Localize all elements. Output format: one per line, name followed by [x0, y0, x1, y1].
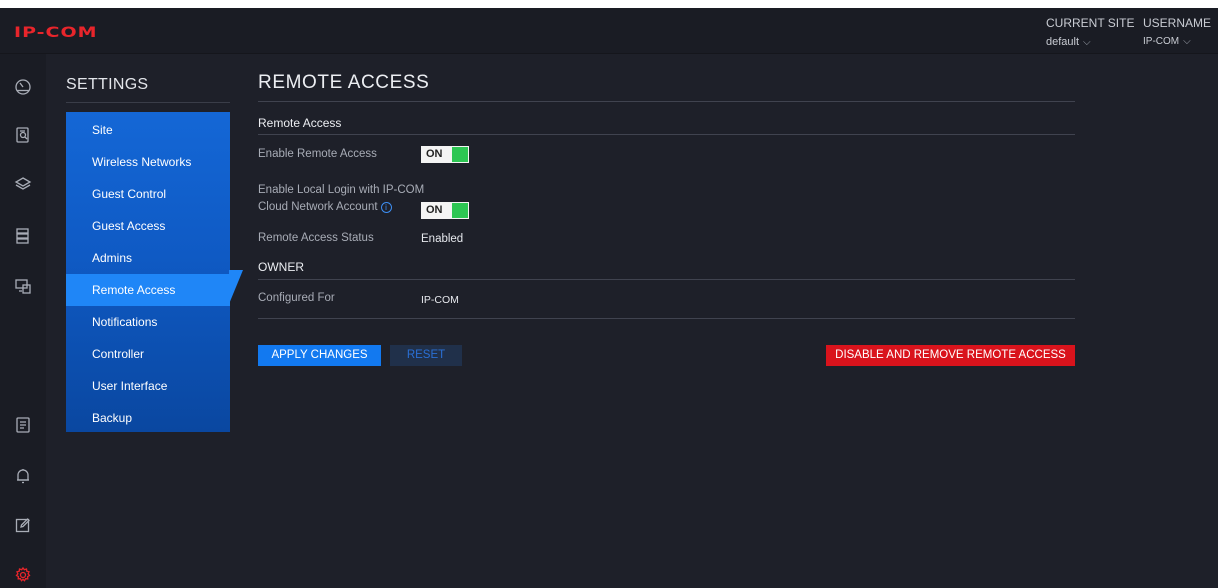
section-divider [258, 318, 1075, 319]
configured-for-value: IP-COM [421, 294, 459, 306]
cloud-account-label: Cloud Network Account [258, 201, 378, 213]
title-divider [258, 101, 1075, 102]
current-site-label: CURRENT SITE [1046, 16, 1135, 30]
chevron-down-icon: ⌵ [1183, 36, 1191, 47]
page-title: REMOTE ACCESS [258, 72, 430, 93]
username-selector[interactable]: USERNAME IP-COM ⌵ [1143, 16, 1211, 47]
menu-item-user-interface[interactable]: User Interface [66, 370, 230, 402]
local-login-label-line2: Cloud Network Account i [258, 201, 392, 213]
menu-item-notifications[interactable]: Notifications [66, 306, 230, 338]
apply-changes-button[interactable]: APPLY CHANGES [258, 345, 381, 366]
current-site-value: default [1046, 36, 1080, 48]
chevron-down-icon: ⌵ [1083, 37, 1091, 48]
settings-divider [66, 102, 230, 103]
settings-title: SETTINGS [66, 76, 149, 93]
app-window: IP-COM CURRENT SITE default ⌵ USERNAME IP… [0, 8, 1218, 588]
remote-access-status-value: Enabled [421, 233, 464, 245]
toggle-state-text: ON [426, 148, 443, 160]
clients-icon[interactable] [13, 276, 33, 296]
enable-remote-access-toggle[interactable]: ON [421, 146, 469, 163]
top-bar: IP-COM CURRENT SITE default ⌵ USERNAME IP… [0, 8, 1218, 54]
section-divider [258, 279, 1075, 280]
devices-icon[interactable] [13, 226, 33, 246]
configured-for-label: Configured For [258, 292, 335, 304]
icon-rail [0, 54, 46, 588]
toggle-knob [452, 147, 468, 162]
menu-item-guest-access[interactable]: Guest Access [66, 210, 230, 242]
enable-remote-access-label: Enable Remote Access [258, 148, 377, 160]
menu-item-admins[interactable]: Admins [66, 242, 230, 274]
username-label: USERNAME [1143, 16, 1212, 30]
ip-com-logo[interactable]: IP-COM [14, 24, 98, 41]
layers-icon[interactable] [13, 174, 33, 194]
section-divider [258, 134, 1075, 135]
section-title-remote-access: Remote Access [258, 116, 342, 130]
current-site-dropdown[interactable]: default ⌵ [1046, 36, 1134, 48]
reset-button[interactable]: RESET [390, 345, 462, 366]
local-login-label: Enable Local Login with IP-COM [258, 184, 425, 196]
menu-item-guest-control[interactable]: Guest Control [66, 178, 230, 210]
active-menu-pointer [229, 270, 243, 304]
current-site-selector[interactable]: CURRENT SITE default ⌵ [1046, 16, 1134, 48]
gear-icon[interactable] [13, 565, 33, 585]
statistics-icon[interactable] [13, 125, 33, 145]
disable-remote-access-button[interactable]: DISABLE AND REMOVE REMOTE ACCESS [826, 345, 1075, 366]
section-title-owner: OWNER [258, 260, 304, 274]
edit-icon[interactable] [13, 515, 33, 535]
bell-icon[interactable] [13, 466, 33, 486]
menu-item-backup[interactable]: Backup [66, 402, 230, 434]
local-login-toggle[interactable]: ON [421, 202, 469, 219]
menu-item-remote-access[interactable]: Remote Access [66, 274, 230, 306]
remote-access-status-label: Remote Access Status [258, 232, 374, 244]
log-icon[interactable] [13, 415, 33, 435]
username-dropdown[interactable]: IP-COM ⌵ [1143, 36, 1211, 47]
dashboard-icon[interactable] [13, 76, 33, 96]
menu-item-wireless-networks[interactable]: Wireless Networks [66, 146, 230, 178]
settings-menu: Site Wireless Networks Guest Control Gue… [66, 112, 230, 432]
menu-item-site[interactable]: Site [66, 114, 230, 146]
username-value: IP-COM [1143, 36, 1180, 47]
toggle-state-text: ON [426, 204, 443, 216]
menu-item-controller[interactable]: Controller [66, 338, 230, 370]
toggle-knob [452, 203, 468, 218]
info-icon[interactable]: i [380, 202, 392, 213]
